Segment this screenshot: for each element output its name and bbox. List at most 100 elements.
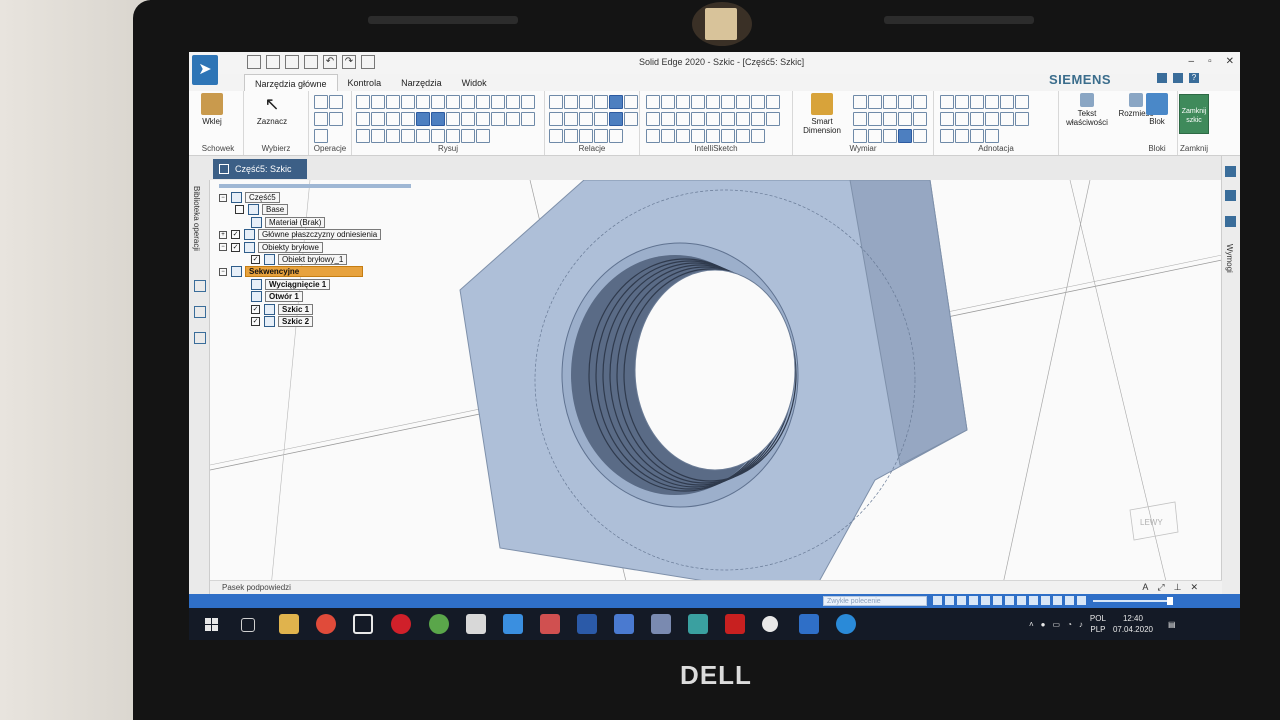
tool-is4[interactable] <box>691 95 705 109</box>
tool-align[interactable] <box>564 129 578 143</box>
tool-area[interactable] <box>506 95 520 109</box>
right-side-panel[interactable]: Wymogi <box>1221 156 1240 598</box>
tool-is16[interactable] <box>736 112 750 126</box>
tool-circle[interactable] <box>314 95 328 109</box>
document-tab[interactable]: Część5: Szkic <box>213 159 307 179</box>
close-sketch-button[interactable]: Zamknij szkic <box>1179 94 1209 134</box>
tool-vertical[interactable] <box>609 129 623 143</box>
restore-icon[interactable]: ▫ <box>1208 56 1212 67</box>
tool-line[interactable] <box>356 95 370 109</box>
select-button[interactable]: ↖ Zaznacz <box>252 93 292 126</box>
calculator-icon[interactable] <box>466 614 486 634</box>
tree-item[interactable]: Wyciągnięcie 1 <box>251 278 331 290</box>
network-icon[interactable] <box>688 614 708 634</box>
tool-rigid[interactable] <box>609 112 623 126</box>
sheet-icon[interactable] <box>1225 216 1236 227</box>
tool-concentric[interactable] <box>579 95 593 109</box>
tree-checkbox[interactable]: ✓ <box>251 255 260 264</box>
pin-icon[interactable]: ⊥ <box>1174 582 1182 593</box>
home-view-icon[interactable] <box>1017 596 1026 605</box>
task-view-icon[interactable] <box>241 618 255 632</box>
sensors-icon[interactable] <box>194 332 206 344</box>
solid-edge-taskbar-icon[interactable] <box>799 614 819 634</box>
tool-ann13[interactable] <box>940 129 954 143</box>
tree-item[interactable]: ✓ Szkic 2 <box>251 316 314 327</box>
tool-dim15[interactable] <box>913 129 927 143</box>
layers-icon[interactable] <box>194 306 206 318</box>
tool-table[interactable] <box>491 95 505 109</box>
tool-fix[interactable] <box>549 129 563 143</box>
tree-item[interactable]: + ✓ Główne płaszczyzny odniesienia <box>219 229 382 241</box>
sketch-view-icon[interactable] <box>1005 596 1014 605</box>
tool-dim10[interactable] <box>913 112 927 126</box>
tool-rotate[interactable] <box>461 112 475 126</box>
tool-horizontal[interactable] <box>624 95 638 109</box>
tool-dim5[interactable] <box>913 95 927 109</box>
zoom-slider[interactable] <box>1093 600 1173 602</box>
zoom-icon[interactable] <box>933 596 942 605</box>
tool-dim6[interactable] <box>853 112 867 126</box>
tool-circle2[interactable] <box>356 129 370 143</box>
tool-fill[interactable] <box>416 95 430 109</box>
archive-icon[interactable] <box>651 614 671 634</box>
help-icon[interactable]: ? <box>1189 73 1199 83</box>
tool-ann16[interactable] <box>985 129 999 143</box>
clock[interactable]: 12:40 07.04.2020 <box>1113 613 1153 635</box>
tool-ellipse[interactable] <box>401 129 415 143</box>
opera-icon[interactable] <box>391 614 411 634</box>
tool-ann15[interactable] <box>970 129 984 143</box>
tool-lock[interactable] <box>609 95 623 109</box>
tool-curve[interactable] <box>386 95 400 109</box>
tool-is23[interactable] <box>706 129 720 143</box>
tool-dim12[interactable] <box>868 129 882 143</box>
redo-icon[interactable]: ↷ <box>342 55 356 69</box>
tree-item[interactable]: − Sekwencyjne <box>219 266 363 278</box>
text-size-icon[interactable]: A <box>1142 582 1148 593</box>
tool-offset3[interactable] <box>594 129 608 143</box>
tool-dim3[interactable] <box>883 95 897 109</box>
view-orient-icon[interactable] <box>981 596 990 605</box>
tool-is5[interactable] <box>706 95 720 109</box>
tool-is3[interactable] <box>676 95 690 109</box>
undo-icon[interactable]: ↶ <box>323 55 337 69</box>
notification-icon[interactable]: ▤ <box>1168 620 1176 629</box>
expand-icon[interactable]: ⤢ <box>1157 582 1164 593</box>
tool-offset2[interactable] <box>446 129 460 143</box>
tool-is19[interactable] <box>646 129 660 143</box>
tool-collinear[interactable] <box>579 112 593 126</box>
paste-button[interactable]: Wklej <box>199 93 225 126</box>
application-button[interactable]: ➤ <box>192 55 218 85</box>
tool-point[interactable] <box>386 129 400 143</box>
library-icon[interactable] <box>194 280 206 292</box>
tool-region[interactable] <box>431 112 445 126</box>
tool-ann14[interactable] <box>955 129 969 143</box>
tool-is24[interactable] <box>721 129 735 143</box>
word-icon[interactable] <box>577 614 597 634</box>
tool-is13[interactable] <box>691 112 705 126</box>
tree-item[interactable]: ✓ Obiekt bryłowy_1 <box>251 254 348 265</box>
tool-text[interactable] <box>476 129 490 143</box>
layout-icon[interactable] <box>1157 73 1167 83</box>
tool-is18[interactable] <box>766 112 780 126</box>
tool-conic[interactable] <box>371 112 385 126</box>
tool-is20[interactable] <box>661 129 675 143</box>
feature-library-panel[interactable]: Biblioteka operacji <box>189 180 210 598</box>
tool-is22[interactable] <box>691 129 705 143</box>
shade-icon[interactable] <box>993 596 1002 605</box>
minimize-icon[interactable]: – <box>1189 56 1195 67</box>
tool-midpoint[interactable] <box>624 112 638 126</box>
fit-icon[interactable] <box>945 596 954 605</box>
tool-is10[interactable] <box>646 112 660 126</box>
tool-stretch[interactable] <box>476 112 490 126</box>
tray-app-icon[interactable]: ● <box>1041 620 1046 629</box>
tool-equal[interactable] <box>564 112 578 126</box>
tree-checkbox[interactable] <box>235 205 244 215</box>
tree-item[interactable]: Base <box>235 204 289 216</box>
tool-dim1[interactable] <box>853 95 867 109</box>
volume-icon[interactable]: ♪ <box>1079 620 1083 629</box>
save-icon[interactable] <box>285 55 299 69</box>
tree-item[interactable]: ✓ Szkic 1 <box>251 303 314 315</box>
layout2-icon[interactable] <box>1173 73 1183 83</box>
tree-item[interactable]: − ✓ Obiekty bryłowe <box>219 241 323 253</box>
rotate-icon[interactable] <box>969 596 978 605</box>
